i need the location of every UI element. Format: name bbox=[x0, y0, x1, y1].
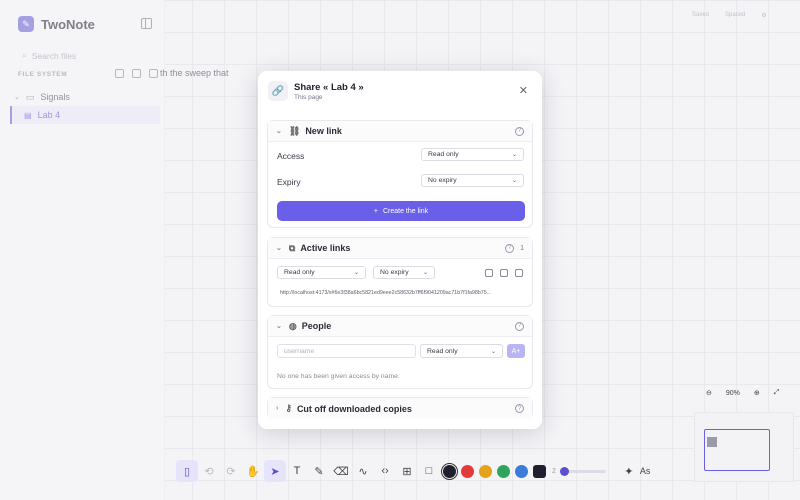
help-icon[interactable]: ? bbox=[515, 126, 524, 136]
zoom-in-icon[interactable]: ⊕ bbox=[754, 389, 760, 397]
chevron-down-icon: ⌄ bbox=[511, 152, 517, 158]
zoom-level[interactable]: 90% bbox=[726, 390, 740, 397]
people-section: ⌄ ◍ People ? username Read only ⌄ A+ No … bbox=[267, 315, 533, 389]
username-input[interactable]: username bbox=[277, 344, 416, 358]
help-icon[interactable]: ? bbox=[505, 243, 514, 253]
plus-icon: + bbox=[373, 207, 378, 215]
color-swatch-red[interactable] bbox=[460, 464, 474, 478]
shape-icon[interactable]: ∿ bbox=[352, 460, 374, 482]
key-icon: ⚷ bbox=[285, 403, 292, 413]
link-url[interactable]: http://localhost:4173/s#6e3f38a6bc5821ed… bbox=[280, 290, 520, 296]
link-icon: 🔗 bbox=[268, 81, 288, 101]
section-title: People bbox=[301, 321, 332, 331]
chevron-down-icon: ⌄ bbox=[353, 270, 359, 276]
chevron-down-icon: ⌄ bbox=[276, 323, 282, 330]
new-link-section: ⌄ ⛓ New link ? Access Read only ⌄ Expiry… bbox=[267, 120, 533, 228]
people-access-select[interactable]: Read only ⌄ bbox=[420, 344, 503, 358]
active-links-section: ⌄ ⧉ Active links ? 1 Read only ⌄ No expi… bbox=[267, 237, 533, 307]
zoom-controls: ⊖ 90% ⊕ ⤢ bbox=[706, 389, 779, 397]
undo-icon[interactable]: ⟲ bbox=[198, 460, 220, 482]
new-link-header[interactable]: ⌄ ⛓ New link ? bbox=[268, 121, 532, 142]
text-tool-icon[interactable]: T bbox=[286, 460, 308, 482]
people-access-value: Read only bbox=[427, 347, 458, 355]
color-swatch-green[interactable] bbox=[496, 464, 510, 478]
link-actions bbox=[485, 269, 523, 277]
chevron-down-icon: ⌄ bbox=[511, 178, 517, 184]
section-title: New link bbox=[305, 126, 342, 136]
chevron-down-icon: ⌄ bbox=[276, 245, 282, 252]
link-access-value: Read only bbox=[284, 269, 315, 276]
help-icon[interactable]: ? bbox=[515, 321, 524, 331]
active-links-count: 1 bbox=[520, 244, 524, 252]
add-person-button[interactable]: A+ bbox=[507, 344, 525, 358]
drawing-toolbar: ▯ ⟲ ⟳ ✋ ➤ T ✎ ⌫ ∿ ‹› ⊞ □ 2 ✦ As bbox=[176, 457, 676, 485]
link-access-select[interactable]: Read only ⌄ bbox=[277, 266, 366, 279]
redo-icon[interactable]: ⟳ bbox=[220, 460, 242, 482]
person-icon: ◍ bbox=[288, 320, 297, 331]
minimap-viewport[interactable] bbox=[704, 429, 770, 471]
color-swatch-black[interactable] bbox=[440, 462, 458, 480]
section-title: Cut off downloaded copies bbox=[296, 403, 412, 414]
minimap[interactable] bbox=[694, 412, 794, 482]
sidebar-toggle-icon[interactable]: ▯ bbox=[176, 460, 198, 482]
share-dialog: 🔗 Share « Lab 4 » This page ✕ ⌄ ⛓ New li… bbox=[258, 71, 542, 429]
dialog-header: 🔗 Share « Lab 4 » This page ✕ bbox=[268, 81, 532, 105]
copy-icon[interactable] bbox=[485, 269, 493, 277]
access-select-value: Read only bbox=[428, 151, 459, 158]
links-icon: ⧉ bbox=[288, 242, 296, 253]
access-label: Access bbox=[277, 151, 305, 161]
active-links-header[interactable]: ⌄ ⧉ Active links ? 1 bbox=[268, 238, 532, 259]
link-expiry-value: No expiry bbox=[380, 269, 409, 276]
people-empty-note: No one has been given access by name. bbox=[277, 373, 400, 380]
expiry-select[interactable]: No expiry ⌄ bbox=[421, 174, 524, 187]
qr-code-icon[interactable] bbox=[500, 269, 508, 277]
people-header[interactable]: ⌄ ◍ People ? bbox=[268, 316, 532, 337]
section-title: Active links bbox=[300, 243, 351, 253]
help-icon[interactable]: ? bbox=[515, 404, 524, 413]
expiry-label: Expiry bbox=[277, 177, 301, 187]
color-picker-swatch[interactable] bbox=[532, 464, 546, 478]
minimap-content bbox=[707, 437, 717, 447]
create-link-label: Create the link bbox=[382, 207, 429, 215]
trash-icon[interactable] bbox=[515, 269, 523, 277]
sparkle-icon[interactable]: ✦ bbox=[618, 460, 640, 482]
color-swatch-orange[interactable] bbox=[478, 464, 492, 478]
pen-icon[interactable]: ✎ bbox=[308, 460, 330, 482]
cutoff-header[interactable]: › ⚷ Cut off downloaded copies ? bbox=[268, 398, 532, 419]
dialog-subtitle: This page bbox=[294, 94, 323, 101]
pointer-icon[interactable]: ➤ bbox=[264, 460, 286, 482]
hand-icon[interactable]: ✋ bbox=[242, 460, 264, 482]
expiry-select-value: No expiry bbox=[428, 177, 457, 184]
stroke-size-label: 2 bbox=[552, 467, 556, 475]
zoom-out-icon[interactable]: ⊖ bbox=[706, 389, 712, 397]
text-size-label[interactable]: As bbox=[640, 466, 651, 476]
close-icon[interactable]: ✕ bbox=[519, 84, 528, 97]
access-select[interactable]: Read only ⌄ bbox=[421, 148, 524, 161]
table-icon[interactable]: ⊞ bbox=[396, 460, 418, 482]
slider-knob[interactable] bbox=[559, 466, 569, 476]
stroke-slider[interactable] bbox=[559, 466, 606, 476]
add-user-icon: A+ bbox=[511, 347, 521, 355]
eraser-icon[interactable]: ⌫ bbox=[330, 460, 352, 482]
chevron-down-icon: ⌄ bbox=[490, 348, 496, 355]
create-link-button[interactable]: + Create the link bbox=[277, 201, 525, 221]
frame-icon[interactable]: □ bbox=[418, 460, 440, 482]
dialog-title: Share « Lab 4 » bbox=[294, 82, 364, 93]
code-icon[interactable]: ‹› bbox=[374, 460, 396, 482]
chevron-down-icon: ⌄ bbox=[422, 270, 428, 276]
chevron-down-icon: ⌄ bbox=[276, 128, 282, 135]
chevron-right-icon: › bbox=[276, 405, 279, 412]
link-expiry-select[interactable]: No expiry ⌄ bbox=[373, 266, 435, 279]
fit-icon[interactable]: ⤢ bbox=[774, 389, 780, 397]
link-icon: ⛓ bbox=[288, 125, 301, 136]
cutoff-section: › ⚷ Cut off downloaded copies ? bbox=[267, 397, 533, 419]
color-swatch-blue[interactable] bbox=[514, 464, 528, 478]
